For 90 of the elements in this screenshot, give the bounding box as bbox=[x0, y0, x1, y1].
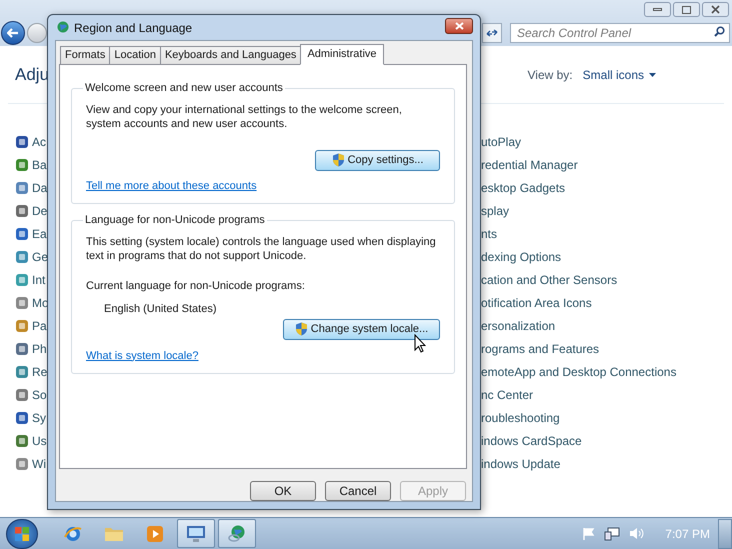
app-icon bbox=[15, 434, 29, 448]
back-arrow-icon bbox=[7, 28, 19, 38]
close-button[interactable] bbox=[445, 18, 473, 34]
group-legend: Welcome screen and new user accounts bbox=[83, 80, 285, 96]
control-panel-item[interactable]: indows Update bbox=[481, 454, 560, 472]
tab[interactable]: Formats bbox=[60, 46, 110, 65]
control-panel-item[interactable]: Int bbox=[32, 270, 46, 288]
control-panel-item[interactable]: Ba bbox=[32, 156, 47, 174]
minimize-button[interactable] bbox=[644, 2, 671, 17]
app-icon bbox=[15, 180, 29, 194]
app-icon bbox=[15, 410, 29, 424]
app-icon bbox=[15, 364, 29, 378]
control-panel-item[interactable]: redential Manager bbox=[481, 156, 578, 174]
taskbar-button[interactable] bbox=[218, 519, 256, 548]
window-title: Region and Language bbox=[74, 20, 192, 36]
control-panel-item[interactable]: splay bbox=[481, 202, 510, 220]
refresh-button[interactable] bbox=[482, 23, 502, 43]
app-icon bbox=[15, 226, 29, 240]
app-icon bbox=[15, 272, 29, 286]
close-icon bbox=[454, 22, 464, 30]
control-panel-item[interactable]: ersonalization bbox=[481, 316, 556, 334]
control-panel-item[interactable]: roubleshooting bbox=[481, 408, 560, 426]
control-panel-item[interactable]: nc Center bbox=[481, 386, 534, 404]
control-panel-item[interactable]: rograms and Features bbox=[481, 340, 600, 358]
control-panel-item[interactable]: esktop Gadgets bbox=[481, 178, 566, 196]
restore-button[interactable] bbox=[673, 2, 700, 17]
control-panel-item[interactable]: So bbox=[32, 386, 47, 404]
taskbar-button[interactable] bbox=[177, 519, 215, 548]
group-description: This setting (system locale) controls the language used when displaying text in programs that do not support Unicode. bbox=[86, 234, 437, 262]
back-button[interactable] bbox=[1, 21, 25, 45]
app-icon bbox=[15, 158, 29, 172]
tab[interactable]: Administrative bbox=[300, 44, 384, 65]
control-panel-item[interactable]: Ph bbox=[32, 340, 47, 358]
control-panel-item[interactable]: nts bbox=[481, 224, 498, 242]
control-panel-item[interactable]: Ac bbox=[32, 132, 46, 150]
browser-icon bbox=[64, 524, 82, 542]
folder-icon bbox=[104, 525, 124, 542]
dialog-button[interactable]: OK bbox=[250, 481, 316, 501]
control-panel-item[interactable]: dexing Options bbox=[481, 248, 562, 266]
control-panel-item[interactable]: Re bbox=[32, 362, 48, 380]
app-icon bbox=[15, 296, 29, 310]
app-icon bbox=[15, 134, 29, 148]
shield-icon bbox=[294, 322, 308, 336]
refresh-icon bbox=[486, 28, 498, 38]
settings-button[interactable]: Change system locale... bbox=[283, 318, 440, 340]
windows-logo-icon bbox=[14, 526, 30, 542]
control-panel-item[interactable]: Ea bbox=[32, 224, 47, 242]
app-icon bbox=[15, 204, 29, 218]
globe-icon bbox=[227, 524, 247, 544]
control-panel-item[interactable]: Us bbox=[32, 432, 47, 450]
control-panel-item[interactable]: cation and Other Sensors bbox=[481, 270, 618, 288]
close-icon bbox=[711, 5, 720, 14]
control-panel-item[interactable]: Pa bbox=[32, 316, 47, 334]
app-icon bbox=[15, 456, 29, 470]
current-language-label: Current language for non-Unicode programs: bbox=[86, 278, 306, 294]
control-panel-item[interactable]: emoteApp and Desktop Connections bbox=[481, 362, 676, 380]
control-panel-item[interactable]: indows CardSpace bbox=[481, 432, 582, 450]
group-description: View and copy your international settings to the welcome screen, system accounts and new user accounts. bbox=[86, 102, 403, 130]
app-icon bbox=[15, 342, 29, 356]
app-icon bbox=[15, 388, 29, 402]
group-legend: Language for non-Unicode programs bbox=[83, 212, 267, 228]
network-icon[interactable] bbox=[604, 526, 620, 540]
tab[interactable]: Location bbox=[109, 46, 161, 65]
play-icon bbox=[146, 524, 164, 542]
tab[interactable]: Keyboards and Languages bbox=[160, 46, 302, 65]
search-field[interactable]: Search Control Panel bbox=[510, 23, 730, 43]
mouse-cursor-icon bbox=[414, 334, 426, 353]
control-panel-item[interactable]: otification Area Icons bbox=[481, 294, 592, 312]
view-by-dropdown[interactable]: Small icons bbox=[582, 66, 656, 84]
view-by-label: View by: bbox=[528, 66, 573, 84]
app-icon bbox=[15, 318, 29, 332]
control-panel-item[interactable]: Sy bbox=[32, 408, 46, 426]
close-button[interactable] bbox=[702, 2, 729, 17]
app-icon bbox=[15, 250, 29, 264]
caret-icon bbox=[649, 72, 656, 76]
dialog-button[interactable]: Cancel bbox=[325, 481, 391, 501]
control-panel-item[interactable]: Da bbox=[32, 178, 48, 196]
help-link[interactable]: Tell me more about these accounts bbox=[86, 178, 257, 194]
control-panel-item[interactable]: De bbox=[32, 202, 48, 220]
monitor-icon bbox=[186, 524, 206, 542]
globe-icon bbox=[55, 20, 70, 35]
search-icon[interactable] bbox=[714, 26, 725, 37]
control-panel-item[interactable]: Ge bbox=[32, 248, 48, 266]
control-panel-item[interactable]: Wi bbox=[32, 454, 46, 472]
control-panel-item[interactable]: utoPlay bbox=[481, 132, 522, 150]
shield-icon bbox=[332, 153, 345, 167]
start-button[interactable] bbox=[6, 518, 38, 548]
settings-button[interactable]: Copy settings... bbox=[315, 150, 440, 170]
current-language-value: English (United States) bbox=[104, 302, 218, 317]
help-link[interactable]: What is system locale? bbox=[86, 348, 198, 364]
